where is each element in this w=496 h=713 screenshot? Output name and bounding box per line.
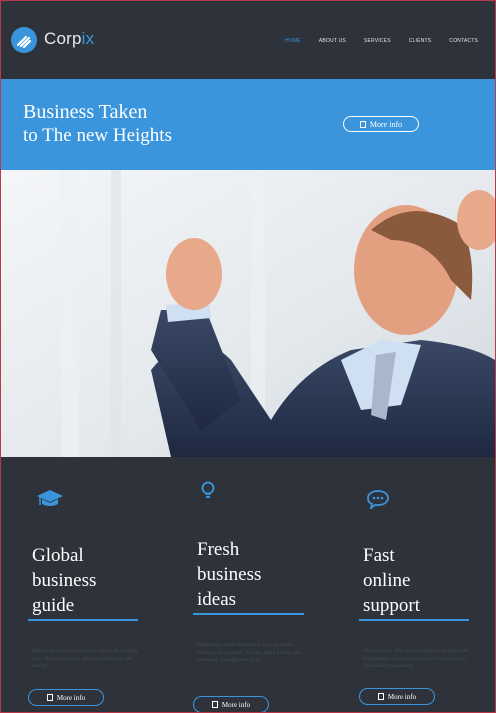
nav-item-contacts[interactable]: Contacts [440,38,487,44]
graduation-cap-icon [37,490,63,506]
feature-text-fast-support: We're here to offer the best support, to… [363,648,468,669]
nav-item-about-us[interactable]: About us [310,38,355,44]
feature-text-fresh-ideas: Operating a small business is not just a… [197,642,300,663]
feature-more-info-label-2: More info [221,700,251,709]
document-icon [211,701,218,708]
lightbulb-icon [201,481,215,498]
document-icon [359,120,366,128]
feature-more-info-button-3[interactable]: More info [359,688,435,705]
hero-banner: Business Taken to The new Heights More i… [1,79,495,170]
feature-more-info-button-2[interactable]: More info [193,696,269,712]
site-header: Corpix Home About us Services Clients Co… [1,1,495,79]
feature-underline [28,619,138,621]
hero-more-info-label: More info [369,119,403,129]
nav-item-home[interactable]: Home [276,38,310,44]
nav-item-services[interactable]: Services [355,38,400,44]
hero-title-line2: to The new Heights [23,125,172,146]
feature-text-global-guide: Setting up your own business can be an e… [32,648,139,669]
feature-title-fast-support: Fast online support [363,545,420,616]
feature-more-info-label-3: More info [387,692,417,701]
features-section: Global business guide Setting up your ow… [1,457,495,712]
chat-bubble-icon [367,490,389,509]
feature-underline [193,613,304,615]
hero-more-info-button[interactable]: More info [343,116,419,132]
businessman-photo [1,170,495,457]
hero-title-line1: Business Taken [23,101,148,123]
nav-item-clients[interactable]: Clients [400,38,441,44]
feature-more-info-button-1[interactable]: More info [28,689,104,706]
feature-title-fresh-ideas: Fresh business ideas [197,539,262,610]
document-icon [46,694,53,701]
hero-photo [1,170,495,457]
brand-name-accent: ix [81,29,95,48]
page-frame: Corpix Home About us Services Clients Co… [0,0,496,713]
feature-title-global-guide: Global business guide [32,545,97,616]
logo-icon[interactable] [11,27,37,53]
brand-name-main: Corp [44,29,82,48]
document-icon [377,693,384,700]
brand-name[interactable]: Corpix [44,29,94,49]
feature-more-info-label-1: More info [56,693,86,702]
main-nav: Home About us Services Clients Contacts [276,38,487,44]
feature-underline [359,619,469,621]
